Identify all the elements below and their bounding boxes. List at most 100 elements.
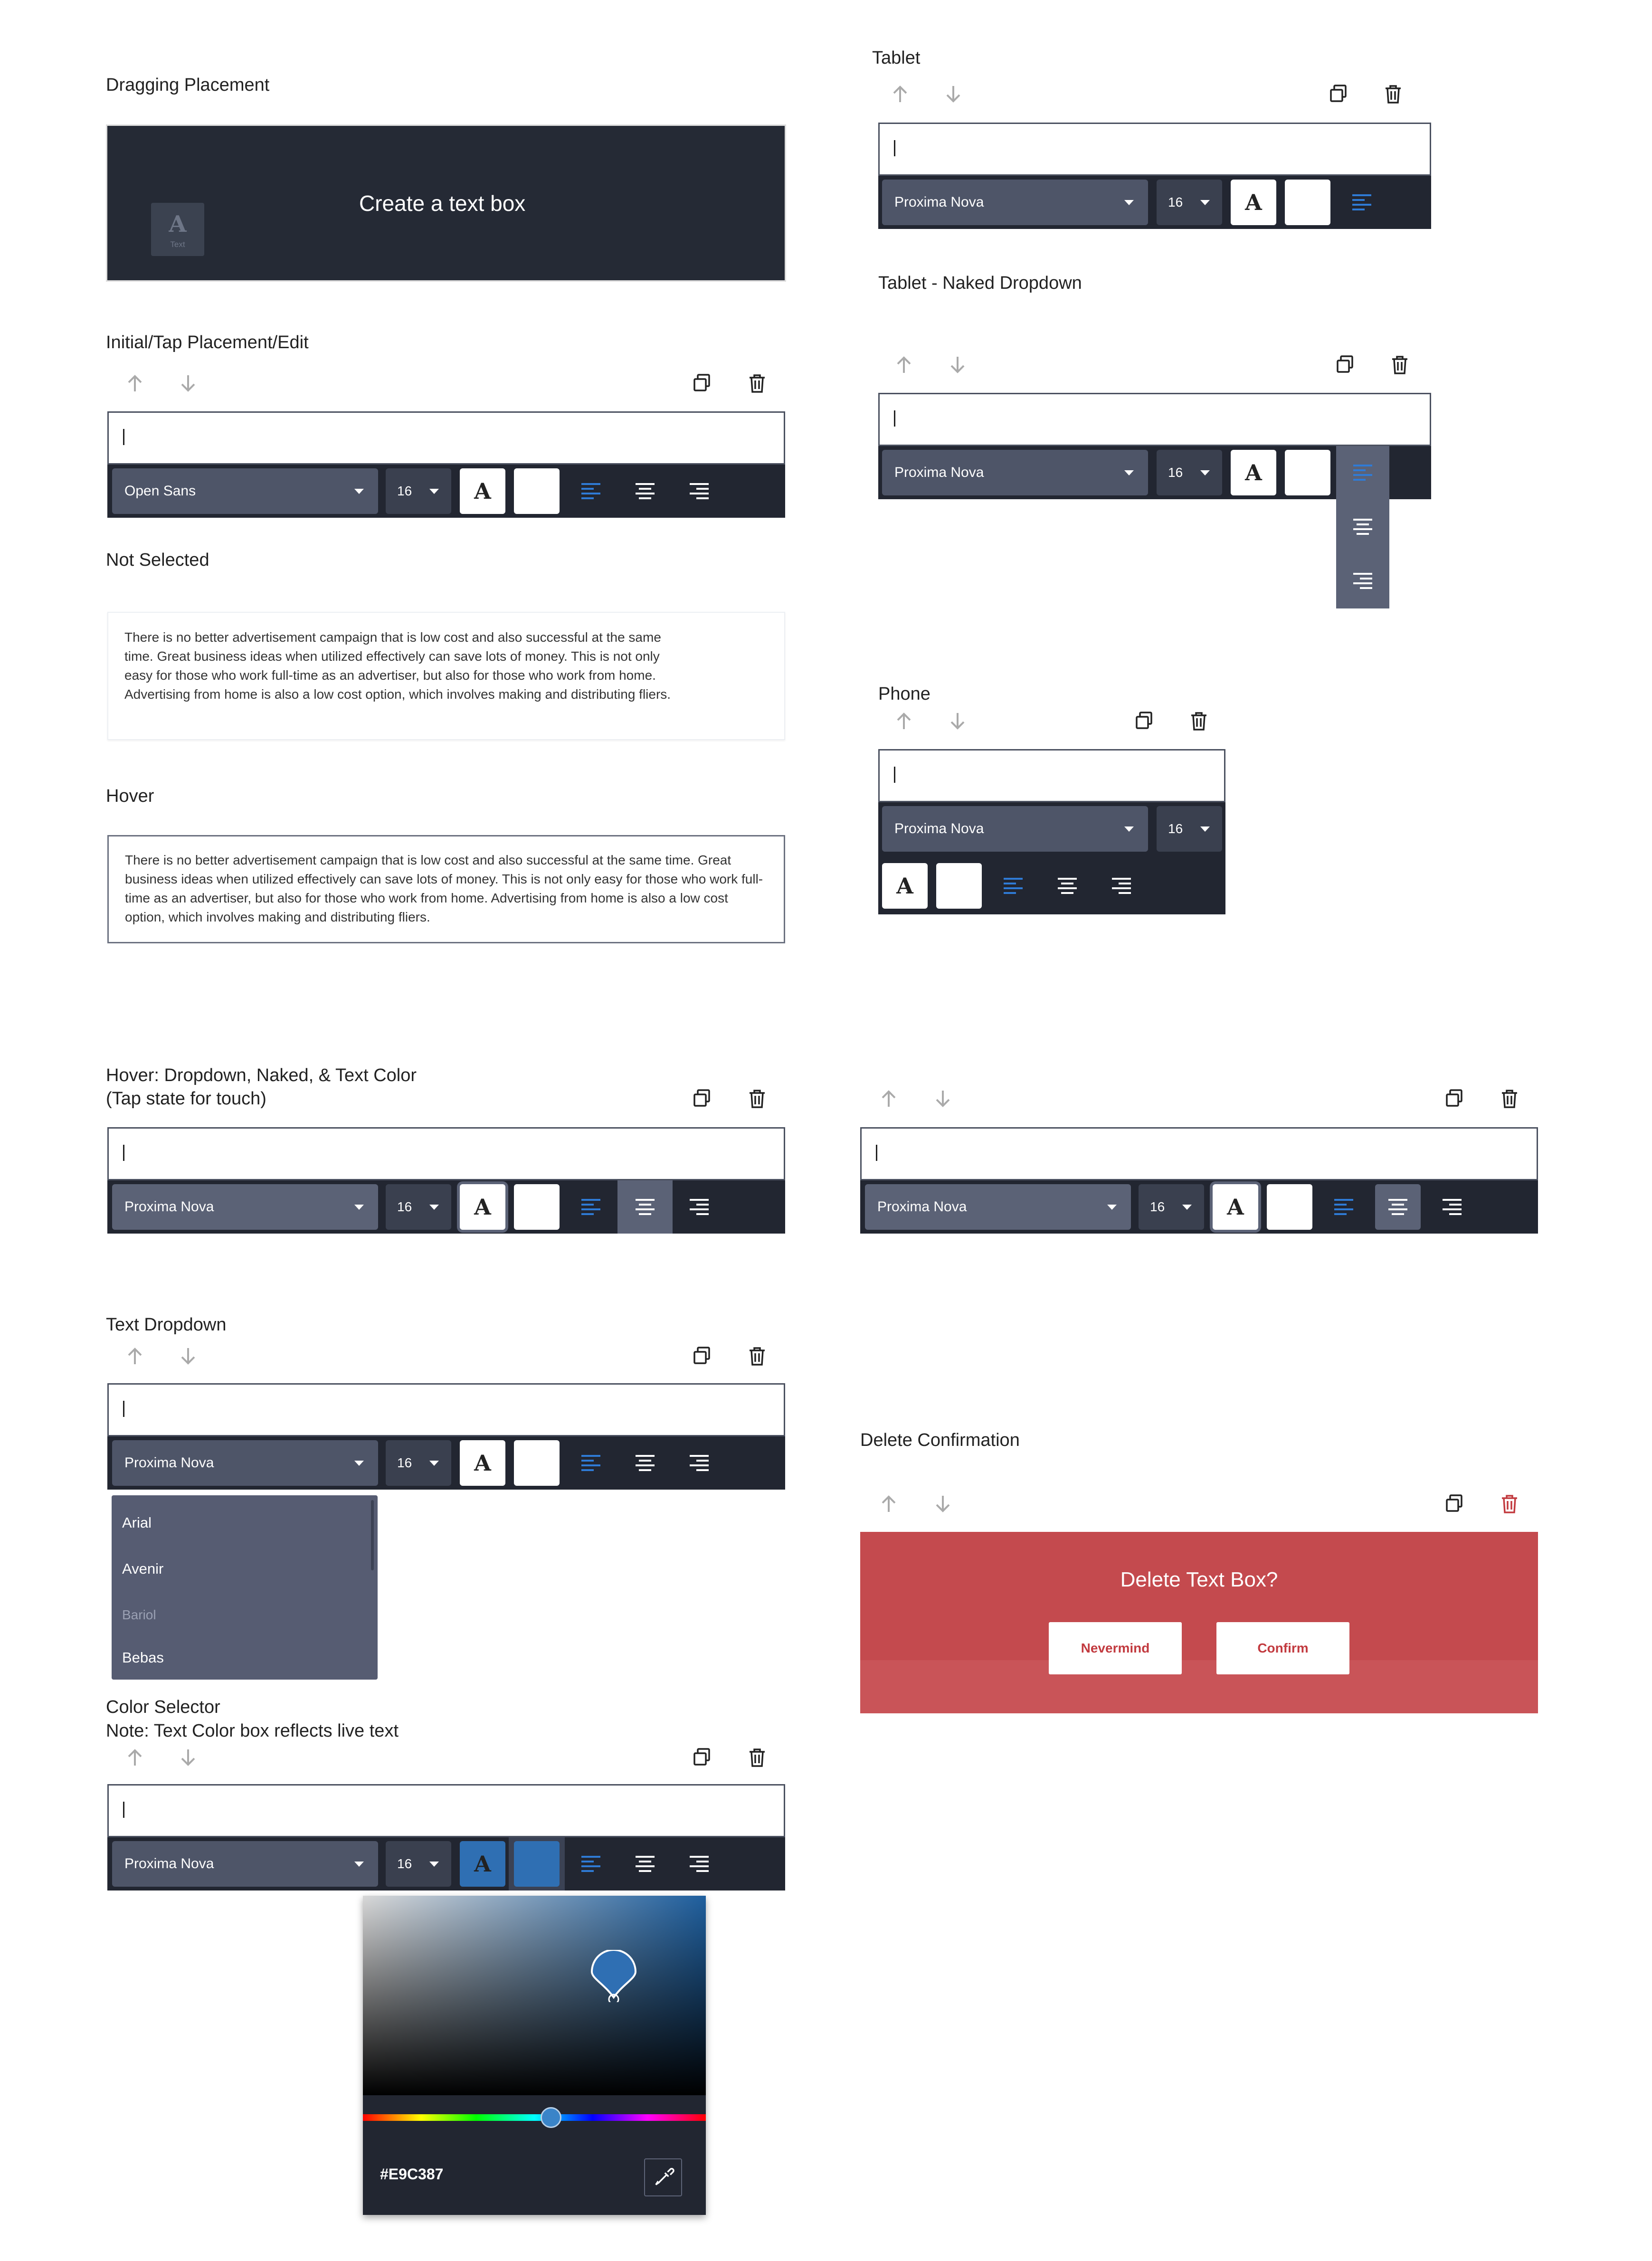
- text-color-button[interactable]: A: [882, 863, 928, 909]
- text-color-button[interactable]: A: [460, 1440, 505, 1486]
- size-select[interactable]: 16: [1157, 180, 1222, 225]
- font-select[interactable]: Proxima Nova: [112, 1841, 378, 1887]
- background-color-button[interactable]: [514, 468, 560, 514]
- background-color-button[interactable]: [1267, 1184, 1312, 1230]
- drag-placement-area[interactable]: A Text Create a text box: [106, 124, 786, 282]
- size-select[interactable]: 16: [1157, 450, 1222, 495]
- arrow-up-icon[interactable]: [124, 1747, 146, 1768]
- duplicate-icon[interactable]: [1335, 354, 1357, 376]
- font-option[interactable]: Avenir: [122, 1560, 163, 1577]
- align-right-button[interactable]: [676, 1841, 722, 1887]
- background-color-button[interactable]: [1285, 180, 1330, 225]
- align-right-button[interactable]: [676, 1184, 722, 1230]
- text-tool-tile[interactable]: A Text: [151, 203, 204, 256]
- arrow-down-icon[interactable]: [177, 372, 199, 394]
- align-center-button[interactable]: [1044, 863, 1090, 909]
- font-select[interactable]: Proxima Nova: [112, 1184, 378, 1230]
- background-color-button[interactable]: [514, 1841, 560, 1887]
- size-select[interactable]: 16: [386, 1184, 451, 1230]
- hue-slider[interactable]: [363, 2114, 706, 2121]
- duplicate-icon[interactable]: [692, 1345, 713, 1367]
- arrow-up-icon[interactable]: [878, 1493, 900, 1515]
- hue-slider-thumb[interactable]: [541, 2107, 561, 2128]
- arrow-up-icon[interactable]: [893, 710, 915, 732]
- text-input[interactable]: [107, 1784, 785, 1837]
- arrow-up-icon[interactable]: [889, 83, 911, 105]
- arrow-down-icon[interactable]: [177, 1747, 199, 1768]
- cancel-button[interactable]: Nevermind: [1049, 1622, 1182, 1674]
- text-color-button[interactable]: A: [460, 1184, 505, 1230]
- arrow-down-icon[interactable]: [932, 1088, 954, 1110]
- text-input[interactable]: [860, 1127, 1538, 1180]
- size-select[interactable]: 16: [1157, 806, 1222, 852]
- duplicate-icon[interactable]: [692, 1747, 713, 1768]
- size-select[interactable]: 16: [1139, 1184, 1204, 1230]
- align-left-button[interactable]: [568, 1440, 614, 1486]
- background-color-button[interactable]: [514, 1184, 560, 1230]
- text-color-button[interactable]: A: [1231, 450, 1276, 495]
- align-left-button[interactable]: [990, 863, 1036, 909]
- align-left-button[interactable]: [568, 1841, 614, 1887]
- duplicate-icon[interactable]: [1328, 83, 1350, 105]
- size-select[interactable]: 16: [386, 468, 451, 514]
- hex-value[interactable]: #E9C387: [380, 2166, 443, 2183]
- background-color-button[interactable]: [936, 863, 982, 909]
- trash-icon[interactable]: [746, 1747, 768, 1768]
- trash-icon[interactable]: [1499, 1493, 1520, 1515]
- text-box-not-selected[interactable]: There is no better advertisement campaig…: [107, 612, 785, 740]
- align-left-button[interactable]: [1340, 450, 1386, 495]
- align-left-button[interactable]: [568, 468, 614, 514]
- text-input[interactable]: [107, 1383, 785, 1436]
- duplicate-icon[interactable]: [692, 372, 713, 394]
- text-color-button[interactable]: A: [460, 1841, 505, 1887]
- text-color-button[interactable]: A: [460, 468, 505, 514]
- align-right-button[interactable]: [676, 1440, 722, 1486]
- duplicate-icon[interactable]: [692, 1088, 713, 1110]
- trash-icon[interactable]: [746, 1088, 768, 1110]
- align-right-button[interactable]: [1099, 863, 1144, 909]
- eyedropper-button[interactable]: [644, 2158, 682, 2196]
- text-input[interactable]: [107, 1127, 785, 1180]
- trash-icon[interactable]: [1389, 354, 1411, 376]
- trash-icon[interactable]: [746, 372, 768, 394]
- align-center-button[interactable]: [1340, 504, 1386, 550]
- font-option[interactable]: Bariol: [122, 1607, 156, 1623]
- arrow-up-icon[interactable]: [124, 372, 146, 394]
- confirm-button[interactable]: Confirm: [1216, 1622, 1349, 1674]
- text-color-button[interactable]: A: [1213, 1184, 1258, 1230]
- align-right-button[interactable]: [676, 468, 722, 514]
- trash-icon[interactable]: [1382, 83, 1404, 105]
- text-input[interactable]: [878, 749, 1225, 802]
- arrow-down-icon[interactable]: [177, 1345, 199, 1367]
- arrow-up-icon[interactable]: [124, 1345, 146, 1367]
- align-left-button[interactable]: [568, 1184, 614, 1230]
- align-right-button[interactable]: [1340, 558, 1386, 604]
- size-select[interactable]: 16: [386, 1440, 451, 1486]
- text-input[interactable]: [878, 123, 1431, 176]
- duplicate-icon[interactable]: [1134, 710, 1156, 732]
- background-color-button[interactable]: [514, 1440, 560, 1486]
- arrow-down-icon[interactable]: [932, 1493, 954, 1515]
- font-option[interactable]: Arial: [122, 1514, 152, 1531]
- align-center-button[interactable]: [622, 1841, 668, 1887]
- arrow-down-icon[interactable]: [947, 710, 968, 732]
- text-box-hover[interactable]: There is no better advertisement campaig…: [107, 835, 785, 943]
- trash-icon[interactable]: [1499, 1088, 1520, 1110]
- duplicate-icon[interactable]: [1444, 1088, 1466, 1110]
- align-center-button[interactable]: [622, 468, 668, 514]
- font-select[interactable]: Proxima Nova: [882, 806, 1148, 852]
- align-right-button[interactable]: [1429, 1184, 1475, 1230]
- arrow-down-icon[interactable]: [947, 354, 968, 376]
- align-left-button[interactable]: [1321, 1184, 1367, 1230]
- dropdown-scrollbar[interactable]: [371, 1500, 374, 1570]
- font-option[interactable]: Bebas: [122, 1649, 164, 1666]
- font-select[interactable]: Proxima Nova: [882, 450, 1148, 495]
- text-color-button[interactable]: A: [1231, 180, 1276, 225]
- duplicate-icon[interactable]: [1444, 1493, 1466, 1515]
- trash-icon[interactable]: [746, 1345, 768, 1367]
- size-select[interactable]: 16: [386, 1841, 451, 1887]
- text-input[interactable]: [107, 411, 785, 465]
- arrow-up-icon[interactable]: [893, 354, 915, 376]
- font-select[interactable]: Proxima Nova: [865, 1184, 1131, 1230]
- text-input[interactable]: [878, 393, 1431, 446]
